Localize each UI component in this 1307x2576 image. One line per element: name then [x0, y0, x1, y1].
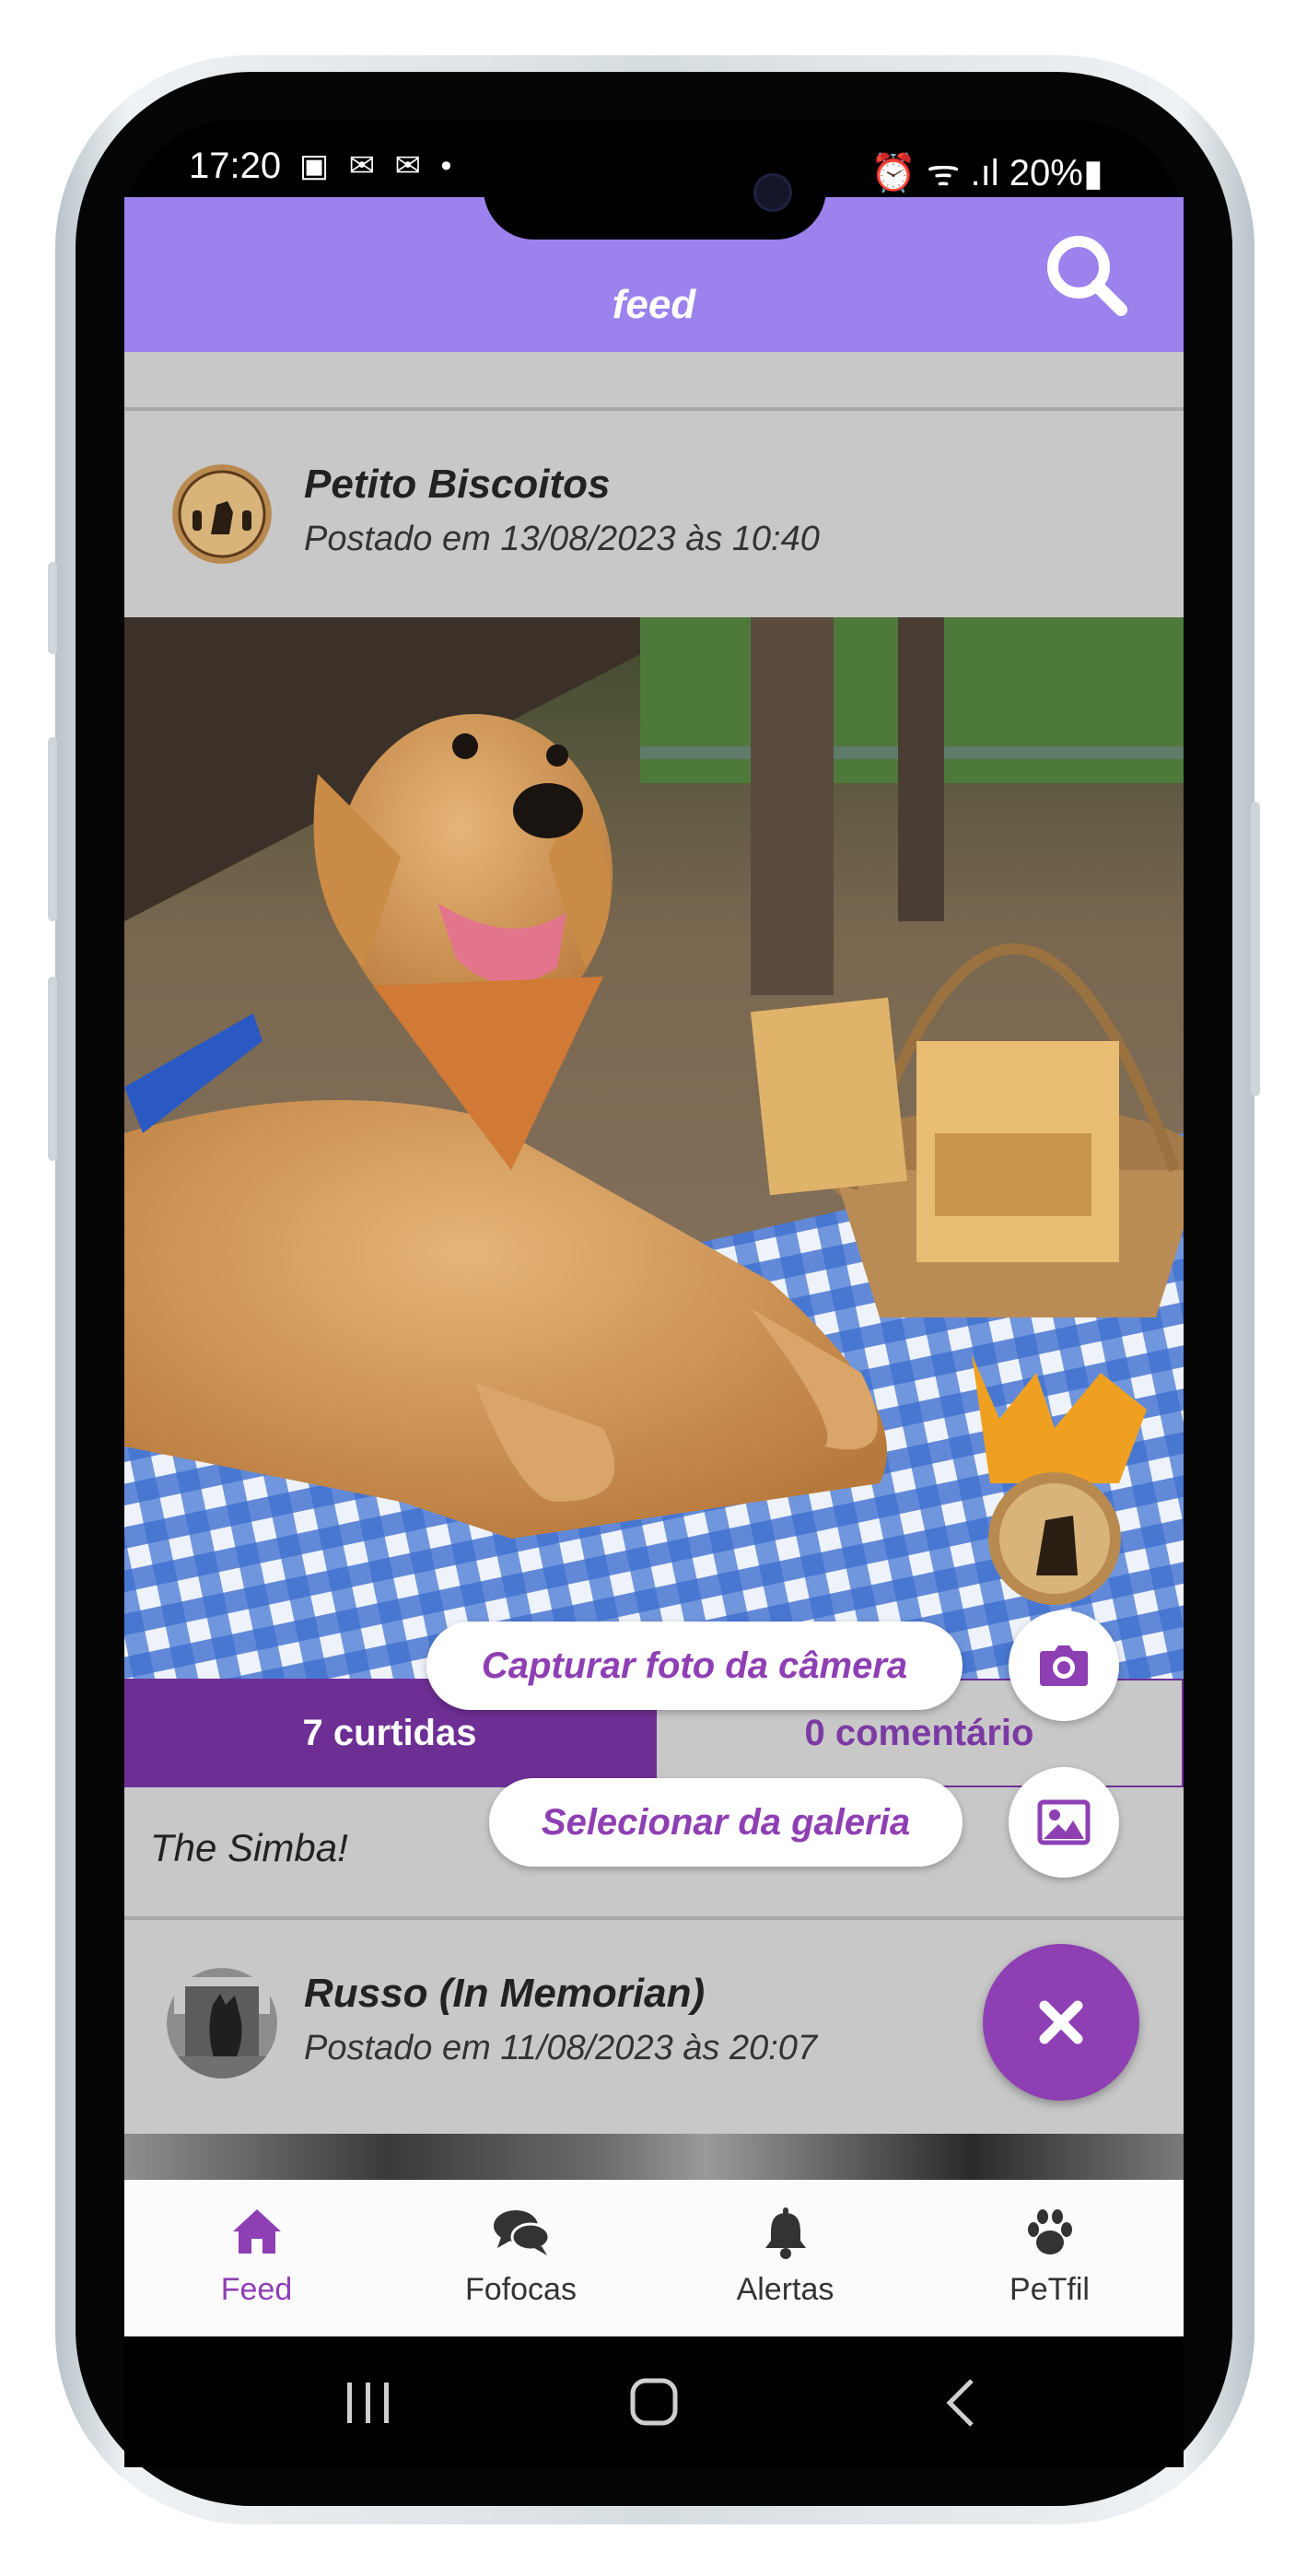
dog-avatar-icon [167, 1968, 277, 2078]
phone-volume-up [48, 737, 57, 921]
system-nav-bar [124, 2336, 1184, 2467]
post-caption: The Simba! [150, 1826, 348, 1869]
home-icon [232, 2209, 281, 2254]
phone-volume-down [48, 977, 57, 1161]
phone-power-button [1251, 802, 1260, 1096]
status-notification-icons: ▣ ✉ ✉ • [299, 148, 458, 183]
nav-label: PeTfil [1009, 2272, 1090, 2307]
select-gallery-button[interactable] [1009, 1767, 1119, 1878]
post-photo[interactable] [124, 617, 1184, 1679]
post-date: Postado em 13/08/2023 às 10:40 [304, 520, 820, 558]
bottom-nav: Feed Fofocas Alertas PeTfil [124, 2180, 1184, 2336]
home-nav-icon[interactable] [622, 2373, 686, 2432]
status-battery: ⏰ ᯤ .ıl 20%▮ [870, 153, 1103, 193]
status-time: 17:20 [189, 146, 282, 186]
nav-label: Fofocas [465, 2272, 577, 2307]
nav-item-petfil[interactable]: PeTfil [917, 2180, 1182, 2336]
nav-item-fofocas[interactable]: Fofocas [389, 2180, 653, 2336]
camera-icon [1040, 1645, 1088, 1686]
capture-camera-label[interactable]: Capturar foto da câmera [426, 1622, 963, 1710]
paw-icon [1027, 2209, 1072, 2254]
post-date: Postado em 11/08/2023 às 20:07 [304, 2029, 818, 2067]
avatar[interactable] [172, 464, 272, 564]
post-author[interactable]: Russo (In Memorian) [304, 1971, 705, 2017]
post-header[interactable]: Petito Biscoitos Postado em 13/08/2023 à… [124, 411, 1184, 623]
select-gallery-label[interactable]: Selecionar da galeria [489, 1778, 963, 1867]
petito-logo-icon [172, 464, 272, 564]
back-icon[interactable] [935, 2373, 990, 2432]
bell-icon [764, 2207, 806, 2259]
chat-icon [493, 2210, 550, 2255]
nav-item-feed[interactable]: Feed [124, 2180, 389, 2336]
close-icon [1039, 2000, 1083, 2044]
close-fab-button[interactable] [983, 1944, 1139, 2101]
app-screen: TarejAndo feed Petito Biscoitos Postado … [124, 197, 1184, 2336]
nav-label: Alertas [736, 2272, 834, 2307]
search-icon [1047, 236, 1127, 316]
image-icon [1037, 1799, 1091, 1845]
search-button[interactable] [1036, 225, 1138, 326]
recent-apps-icon[interactable] [336, 2375, 401, 2430]
post-author[interactable]: Petito Biscoitos [304, 462, 611, 508]
phone-side-button [48, 562, 57, 654]
page-subtitle: feed [612, 282, 696, 327]
avatar[interactable] [167, 1968, 277, 2078]
dog-photo-image [124, 617, 1184, 1679]
front-camera [753, 173, 792, 212]
capture-camera-button[interactable] [1009, 1610, 1119, 1721]
nav-item-alertas[interactable]: Alertas [653, 2180, 917, 2336]
nav-label: Feed [220, 2272, 293, 2307]
